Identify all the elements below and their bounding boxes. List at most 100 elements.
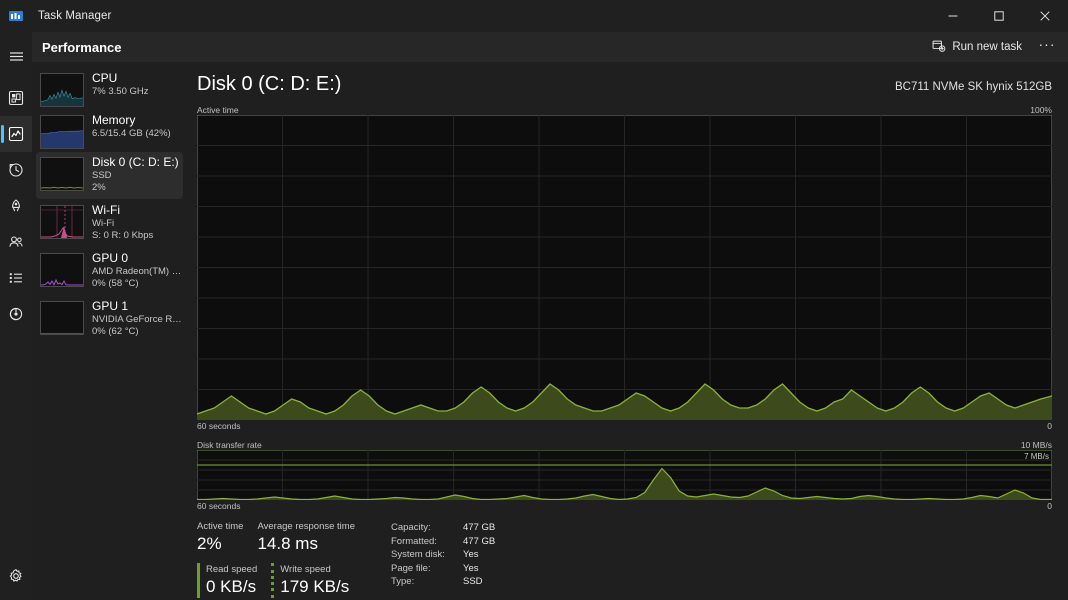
active-time-graph bbox=[197, 115, 1052, 420]
detail-key: System disk: bbox=[391, 549, 445, 560]
stat-write-speed: Write speed 179 KB/s bbox=[271, 563, 349, 598]
detail-row-type: Type: SSD bbox=[391, 575, 495, 589]
disk-thumbnail-graph bbox=[40, 157, 84, 191]
list-item-sub1: AMD Radeon(TM) Gr... bbox=[92, 266, 183, 277]
axis-spacer bbox=[240, 421, 1047, 431]
stats-section: Active time 2% Average response time 14.… bbox=[197, 520, 1052, 598]
detail-row-system-disk: System disk: Yes bbox=[391, 548, 495, 562]
services-gear-icon bbox=[8, 306, 24, 322]
list-item-title: Disk 0 (C: D: E:) bbox=[92, 155, 179, 169]
transfer-rate-max-label: 10 MB/s bbox=[1020, 440, 1052, 450]
list-item-sub2: 0% (62 °C) bbox=[92, 326, 139, 337]
detail-value: SSD bbox=[463, 576, 483, 587]
stat-label: Active time bbox=[197, 521, 244, 532]
transfer-rate-graph: 7 MB/s bbox=[197, 450, 1052, 500]
hamburger-icon bbox=[9, 49, 24, 64]
sidebar-item-performance[interactable] bbox=[0, 116, 32, 152]
rocket-icon bbox=[8, 198, 24, 214]
detail-title: Disk 0 (C: D: E:) bbox=[197, 73, 342, 95]
stat-value: 179 KB/s bbox=[280, 577, 350, 596]
close-button[interactable] bbox=[1022, 0, 1068, 32]
run-new-task-button[interactable]: Run new task bbox=[924, 35, 1030, 60]
processes-icon bbox=[8, 90, 24, 106]
page-header: Performance Run new task ··· bbox=[32, 32, 1068, 62]
task-manager-window: Task Manager Performance Run new task ··… bbox=[0, 0, 1068, 600]
maximize-button[interactable] bbox=[976, 0, 1022, 32]
resource-list: CPU 7% 3.50 GHz Memory 6.5/15.4 GB (42%)… bbox=[32, 62, 187, 600]
minimize-button[interactable] bbox=[930, 0, 976, 32]
page-title: Performance bbox=[42, 39, 122, 55]
sidebar-item-services[interactable] bbox=[0, 296, 32, 332]
gpu1-thumbnail-graph bbox=[40, 301, 84, 335]
stats-left-column: Active time 2% Average response time 14.… bbox=[197, 520, 369, 598]
detail-key: Type: bbox=[391, 576, 415, 587]
list-item-gpu-0[interactable]: GPU 0 AMD Radeon(TM) Gr... 0% (58 °C) bbox=[36, 248, 183, 295]
list-item-wifi[interactable]: Wi-Fi Wi-Fi S: 0 R: 0 Kbps bbox=[36, 200, 183, 247]
gpu0-thumbnail-graph bbox=[40, 253, 84, 287]
history-clock-icon bbox=[8, 162, 24, 178]
sidebar-item-app-history[interactable] bbox=[0, 152, 32, 188]
axis-spacer bbox=[240, 501, 1047, 511]
list-item-disk-0[interactable]: Disk 0 (C: D: E:) SSD 2% bbox=[36, 152, 183, 199]
detail-header: Disk 0 (C: D: E:) BC711 NVMe SK hynix 51… bbox=[197, 72, 1052, 96]
sidebar-item-details[interactable] bbox=[0, 260, 32, 296]
window-title: Task Manager bbox=[38, 10, 112, 22]
list-item-sub1: 7% 3.50 GHz bbox=[92, 86, 149, 97]
active-time-graph-labels: Active time 100% bbox=[197, 105, 1052, 115]
transfer-rate-x-left: 60 seconds bbox=[197, 501, 241, 511]
detail-row-page-file: Page file: Yes bbox=[391, 562, 495, 576]
list-item-title: Wi-Fi bbox=[92, 203, 120, 217]
stats-row-primary: Active time 2% Average response time 14.… bbox=[197, 520, 369, 555]
stat-average-response-time: Average response time 14.8 ms bbox=[257, 520, 355, 555]
stats-row-speeds: Read speed 0 KB/s Write speed 179 KB/s bbox=[197, 563, 369, 598]
stat-label: Read speed bbox=[206, 564, 258, 575]
stat-value: 14.8 ms bbox=[257, 534, 318, 553]
detail-key: Formatted: bbox=[391, 535, 437, 547]
window-body: Performance Run new task ··· CPU 7% 3.50… bbox=[0, 32, 1068, 600]
stat-value: 0 KB/s bbox=[206, 577, 257, 596]
stat-value: 2% bbox=[197, 534, 222, 553]
navigation-rail bbox=[0, 32, 32, 600]
disk-text: Disk 0 (C: D: E:) SSD 2% bbox=[92, 155, 179, 194]
sidebar-item-processes[interactable] bbox=[0, 80, 32, 116]
run-new-task-label: Run new task bbox=[952, 41, 1022, 53]
disk-details-table: Capacity: 477 GB Formatted: 477 GB Syste… bbox=[391, 520, 495, 598]
task-manager-icon bbox=[0, 0, 32, 32]
active-time-max-label: 100% bbox=[1030, 105, 1052, 115]
memory-text: Memory 6.5/15.4 GB (42%) bbox=[92, 113, 171, 140]
detail-row-formatted: Formatted: 477 GB bbox=[391, 535, 495, 549]
list-item-title: GPU 1 bbox=[92, 299, 129, 313]
list-icon bbox=[8, 270, 24, 286]
detail-value: Yes bbox=[463, 549, 479, 560]
performance-detail-panel: Disk 0 (C: D: E:) BC711 NVMe SK hynix 51… bbox=[187, 62, 1068, 600]
list-item-title: GPU 0 bbox=[92, 251, 129, 265]
list-item-title: CPU bbox=[92, 71, 118, 85]
list-item-sub1: SSD bbox=[92, 170, 112, 181]
cpu-thumbnail-graph bbox=[40, 73, 84, 107]
gpu0-text: GPU 0 AMD Radeon(TM) Gr... 0% (58 °C) bbox=[92, 251, 183, 290]
list-item-sub2: 2% bbox=[92, 182, 106, 193]
transfer-rate-graph-svg bbox=[197, 450, 1052, 500]
stat-active-time: Active time 2% bbox=[197, 520, 243, 555]
detail-value: Yes bbox=[463, 562, 479, 574]
wifi-text: Wi-Fi Wi-Fi S: 0 R: 0 Kbps bbox=[92, 203, 153, 242]
hamburger-menu-button[interactable] bbox=[0, 38, 32, 74]
settings-button[interactable] bbox=[0, 558, 32, 594]
list-item-memory[interactable]: Memory 6.5/15.4 GB (42%) bbox=[36, 110, 183, 151]
list-item-sub1: Wi-Fi bbox=[92, 218, 115, 229]
memory-thumbnail-graph bbox=[40, 115, 84, 149]
active-time-graph-svg bbox=[197, 115, 1052, 420]
stat-label: Write speed bbox=[280, 564, 331, 575]
list-item-gpu-1[interactable]: GPU 1 NVIDIA GeForce RTX... 0% (62 °C) bbox=[36, 296, 183, 343]
sidebar-item-users[interactable] bbox=[0, 224, 32, 260]
more-options-button[interactable]: ··· bbox=[1032, 35, 1062, 59]
list-item-title: Memory bbox=[92, 113, 136, 127]
transfer-rate-graph-label: Disk transfer rate bbox=[197, 440, 262, 450]
device-model-label: BC711 NVMe SK hynix 512GB bbox=[894, 81, 1052, 93]
wifi-thumbnail-graph bbox=[40, 205, 84, 239]
performance-icon bbox=[8, 126, 24, 142]
detail-row-capacity: Capacity: 477 GB bbox=[391, 521, 495, 535]
window-controls bbox=[930, 0, 1068, 32]
list-item-cpu[interactable]: CPU 7% 3.50 GHz bbox=[36, 68, 183, 109]
sidebar-item-startup-apps[interactable] bbox=[0, 188, 32, 224]
